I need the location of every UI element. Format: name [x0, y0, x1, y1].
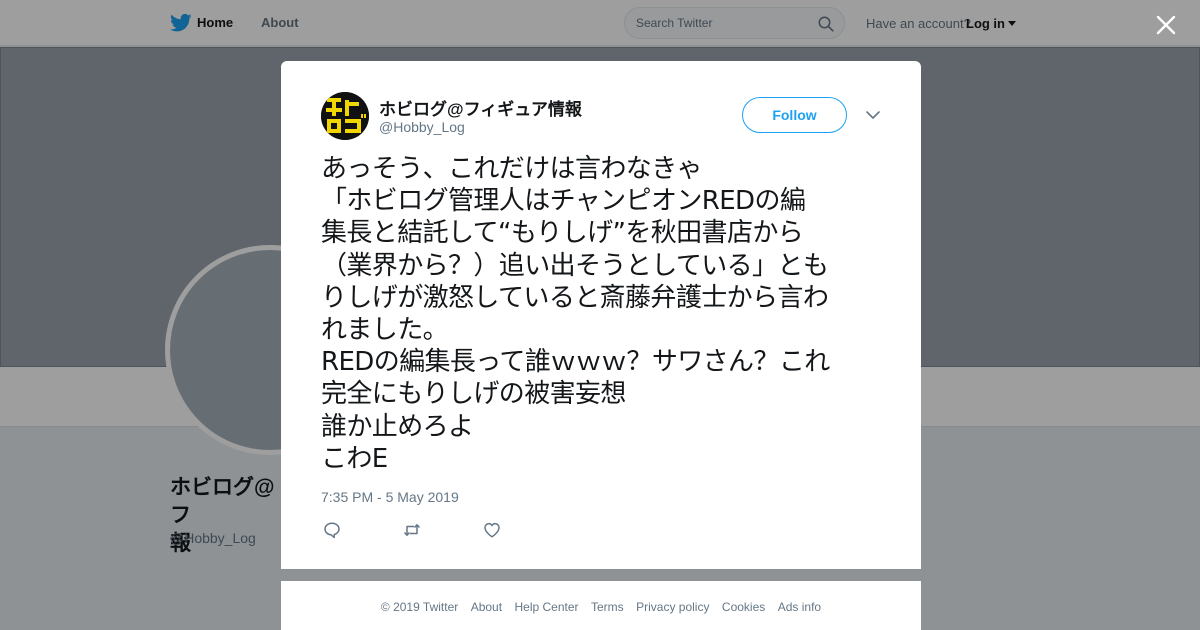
tweet-modal: ホビログ@フィギュア情報 @Hobby_Log Follow あっそう、これだけ… [281, 61, 921, 569]
footer-link-about[interactable]: About [471, 600, 502, 614]
like-icon[interactable] [482, 520, 502, 540]
footer-link-ads-info[interactable]: Ads info [778, 600, 821, 614]
footer-link-cookies[interactable]: Cookies [722, 600, 765, 614]
tweet-timestamp[interactable]: 7:35 PM - 5 May 2019 [321, 489, 459, 505]
tweet-display-name[interactable]: ホビログ@フィギュア情報 [379, 95, 582, 120]
footer-link-terms[interactable]: Terms [591, 600, 624, 614]
footer-copyright: © 2019 Twitter [380, 600, 459, 614]
follow-button[interactable]: Follow [742, 97, 847, 133]
close-icon[interactable] [1153, 12, 1179, 38]
footer-link-privacy-policy[interactable]: Privacy policy [636, 600, 709, 614]
retweet-icon[interactable] [402, 520, 422, 540]
footer: © 2019 Twitter About Help Center Terms P… [281, 581, 921, 630]
reply-icon[interactable] [322, 520, 342, 540]
hobilog-logo [321, 92, 369, 140]
tweet-text: あっそう、これだけは言わなきゃ 「ホビログ管理人はチャンピオンREDの編 集長と… [321, 154, 830, 474]
tweet-screen-name[interactable]: @Hobby_Log [379, 119, 465, 135]
chevron-down-icon[interactable] [865, 109, 881, 121]
tweet-author-avatar[interactable] [321, 92, 369, 140]
footer-link-help-center[interactable]: Help Center [515, 600, 579, 614]
